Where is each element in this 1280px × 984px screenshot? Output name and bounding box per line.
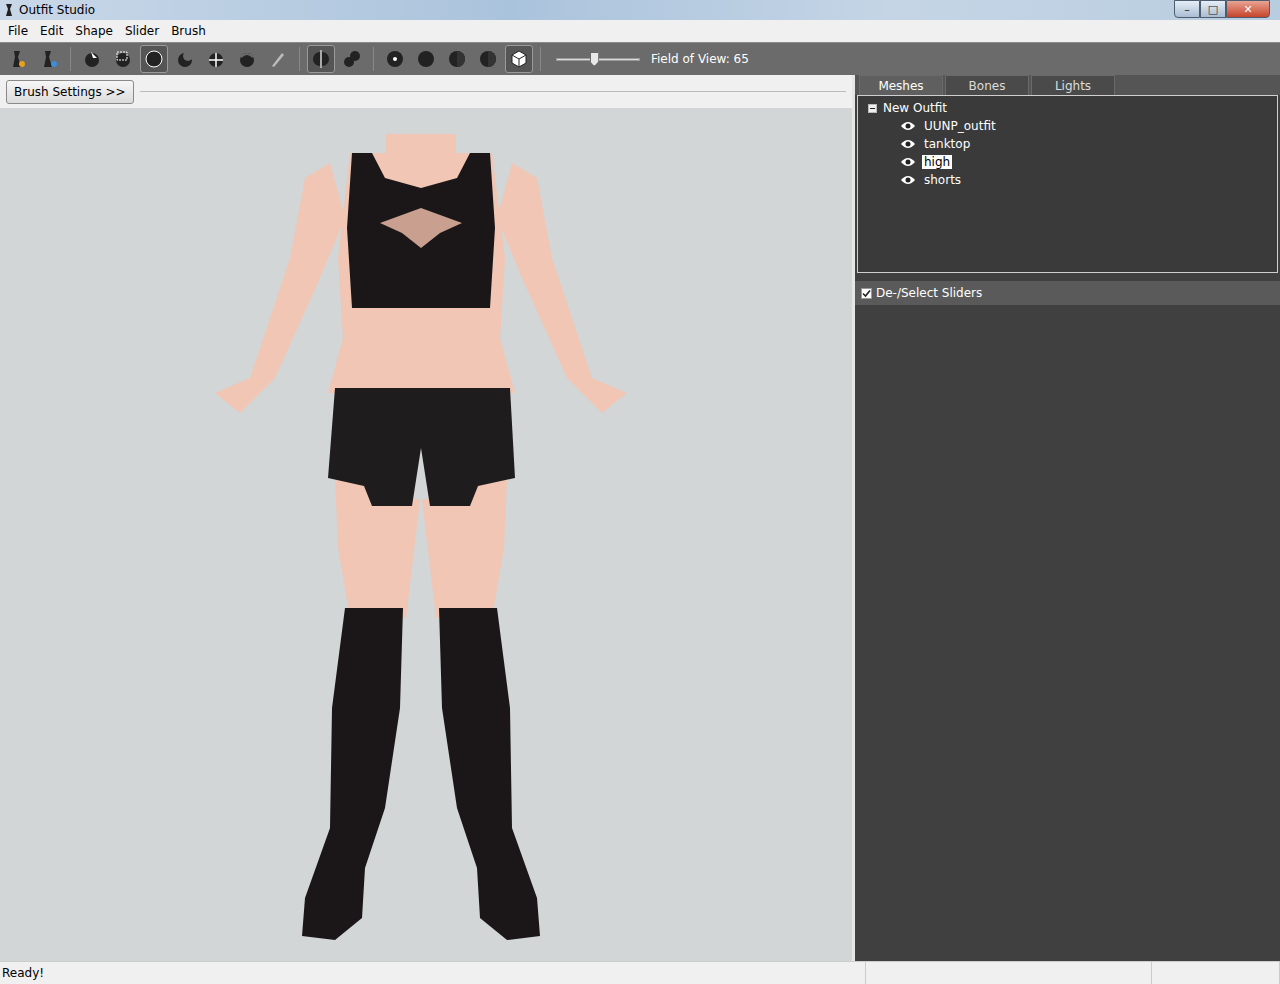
title-bar: Outfit Studio–□✕	[0, 0, 1280, 20]
tree-items: UUNP_outfittanktop high shorts	[868, 117, 1277, 189]
close-button[interactable]: ✕	[1226, 0, 1270, 18]
status-cell	[866, 962, 1152, 984]
fov-label: Field of View: 65	[651, 52, 749, 66]
menu-item[interactable]: Brush	[165, 22, 212, 40]
tool-button[interactable]	[443, 45, 471, 73]
half-icon	[447, 49, 467, 69]
right-boot	[439, 608, 540, 940]
viewport-panel: Brush Settings >>	[0, 75, 852, 961]
main-area: Brush Settings >> MeshesBonesLights New Ou…	[0, 75, 1280, 961]
tab[interactable]: Meshes	[859, 75, 943, 95]
tool-button[interactable]	[474, 45, 502, 73]
tab[interactable]: Lights	[1031, 75, 1115, 95]
circle-icon	[416, 49, 436, 69]
select-icon	[82, 49, 102, 69]
3d-viewport[interactable]	[0, 108, 852, 961]
half-icon	[478, 49, 498, 69]
tool-button[interactable]	[381, 45, 409, 73]
eye-icon[interactable]	[900, 138, 916, 150]
tool-button[interactable]	[412, 45, 440, 73]
select-sliders-checkbox[interactable]	[861, 288, 872, 299]
connected-icon	[342, 49, 362, 69]
tool-button[interactable]	[233, 45, 261, 73]
shorts-mesh	[328, 388, 515, 506]
tanktop-mesh	[347, 153, 495, 308]
tool-button[interactable]	[202, 45, 230, 73]
menu-item[interactable]: Edit	[34, 22, 69, 40]
collapse-icon[interactable]	[868, 104, 877, 113]
tool-button[interactable]	[140, 45, 168, 73]
tool-button[interactable]	[171, 45, 199, 73]
eye-icon[interactable]	[900, 156, 916, 168]
reference-icon	[39, 49, 59, 69]
toolbar-separator	[70, 47, 71, 71]
tree-item-label: shorts	[922, 173, 963, 187]
tool-button[interactable]	[78, 45, 106, 73]
model-render[interactable]	[0, 108, 852, 960]
menu-item[interactable]: Shape	[69, 22, 119, 40]
dot-icon	[385, 49, 405, 69]
smooth-icon	[237, 49, 257, 69]
divider-line	[140, 91, 846, 92]
tree-item[interactable]: high	[900, 153, 1277, 171]
tree-item[interactable]: shorts	[900, 171, 1277, 189]
tool-button[interactable]	[109, 45, 137, 73]
tree-item[interactable]: UUNP_outfit	[900, 117, 1277, 135]
left-arm	[215, 163, 345, 413]
eye-icon[interactable]	[900, 174, 916, 186]
tool-button[interactable]	[35, 45, 63, 73]
slider-header: De-/Select Sliders	[855, 281, 1280, 305]
status-bar: Ready!	[0, 961, 1280, 984]
window-title: Outfit Studio	[19, 3, 1169, 17]
tool-button[interactable]	[338, 45, 366, 73]
mesh-tree: New Outfit UUNP_outfittanktop high shorts	[857, 95, 1278, 273]
toolbar-separator	[540, 47, 541, 71]
menu-bar: FileEditShapeSliderBrush	[0, 20, 1280, 42]
toolbar: Field of View: 65	[0, 42, 1280, 75]
brush-settings-row: Brush Settings >>	[0, 75, 852, 108]
move-icon	[206, 49, 226, 69]
mask-icon	[113, 49, 133, 69]
tree-item-label: tanktop	[922, 137, 972, 151]
menu-item[interactable]: File	[2, 22, 34, 40]
app-icon	[4, 3, 14, 17]
eye-icon[interactable]	[900, 120, 916, 132]
tree-item[interactable]: tanktop	[900, 135, 1277, 153]
inflate-icon	[144, 49, 164, 69]
tab-bar: MeshesBonesLights	[855, 75, 1280, 95]
mirror-icon	[311, 49, 331, 69]
slider-thumb[interactable]	[590, 52, 599, 66]
paint-icon	[268, 49, 288, 69]
tool-button[interactable]	[307, 45, 335, 73]
minimize-button[interactable]: –	[1174, 0, 1200, 18]
status-cell	[1152, 962, 1280, 984]
tool-button[interactable]	[4, 45, 32, 73]
cube-icon	[509, 49, 529, 69]
tree-item-label: UUNP_outfit	[922, 119, 998, 133]
maximize-button[interactable]: □	[1200, 0, 1226, 18]
left-boot	[302, 608, 403, 940]
tab[interactable]: Bones	[945, 75, 1029, 95]
window-controls: –□✕	[1174, 0, 1270, 18]
fov-slider[interactable]	[556, 49, 640, 69]
side-panel: MeshesBonesLightsNew OutfitUUNP_outfitta…	[855, 75, 1280, 961]
status-text: Ready!	[0, 962, 866, 984]
outfit-icon	[8, 49, 28, 69]
outfit-studio-window: Outfit Studio–□✕FileEditShapeSliderBrush…	[0, 0, 1280, 984]
tree-item-label: high	[922, 155, 952, 169]
deflate-icon	[175, 49, 195, 69]
right-arm	[497, 163, 627, 413]
toolbar-separator	[373, 47, 374, 71]
tree-root[interactable]: New Outfit	[868, 99, 1277, 117]
tool-button[interactable]	[505, 45, 533, 73]
menu-item[interactable]: Slider	[119, 22, 165, 40]
brush-settings-button[interactable]: Brush Settings >>	[6, 80, 134, 104]
toolbar-separator	[299, 47, 300, 71]
check-icon	[862, 289, 871, 298]
tool-button[interactable]	[264, 45, 292, 73]
